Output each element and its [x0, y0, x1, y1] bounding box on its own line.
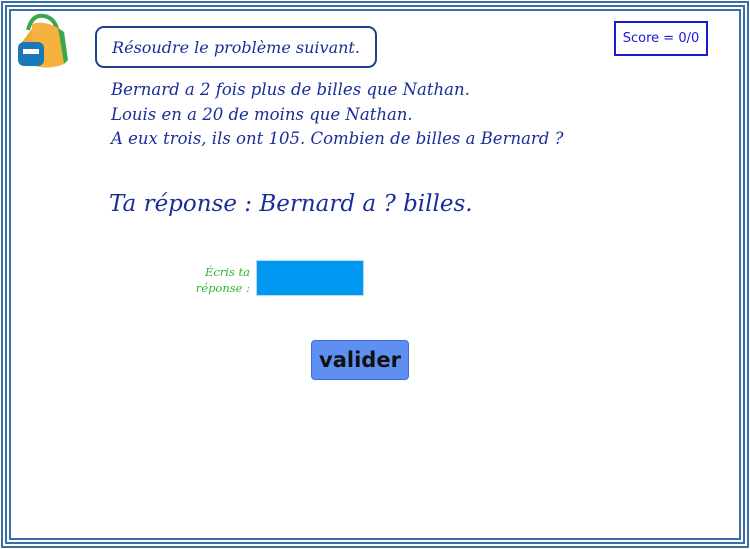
instruction-box: Résoudre le problème suivant. [95, 26, 377, 68]
problem-line: A eux trois, ils ont 105. Combien de bil… [111, 129, 564, 148]
answer-field-label-line: Écris ta [204, 265, 250, 279]
answer-field-label: Écris ta réponse : [186, 264, 250, 296]
problem-statement: Bernard a 2 fois plus de billes que Nath… [111, 78, 711, 152]
answer-input[interactable] [256, 260, 364, 296]
backpack-icon [18, 13, 68, 68]
problem-line: Bernard a 2 fois plus de billes que Nath… [111, 80, 470, 99]
answer-field-label-line: réponse : [195, 281, 250, 295]
answer-prompt: Ta réponse : Bernard a ? billes. [109, 191, 473, 217]
score-display: Score = 0/0 [614, 21, 708, 56]
submit-button[interactable]: valider [311, 340, 409, 380]
problem-line: Louis en a 20 de moins que Nathan. [111, 104, 413, 124]
app-frame: Résoudre le problème suivant. Score = 0/… [0, 0, 750, 549]
